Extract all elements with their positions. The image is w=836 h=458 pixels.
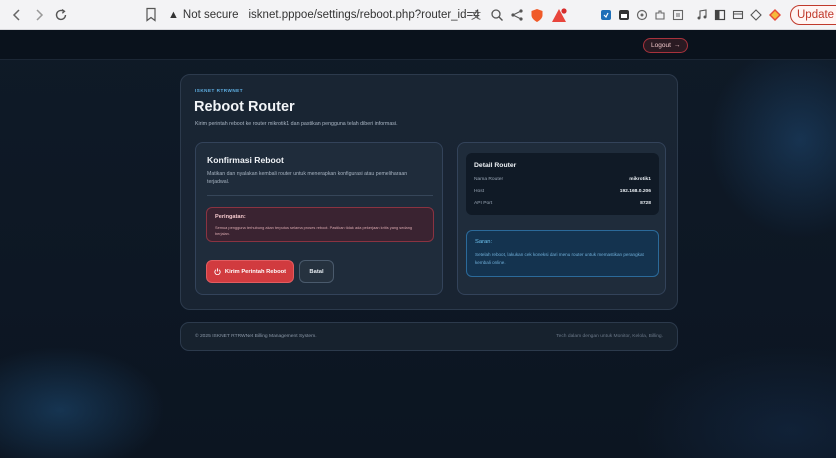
footer-tagline: Tech dalam dengan untuk Monitor, Kelola,…: [556, 334, 663, 339]
rewards-icon[interactable]: [551, 7, 567, 23]
update-label: Update: [797, 9, 835, 21]
extensions-icon[interactable]: [750, 7, 762, 23]
power-icon: [214, 268, 221, 275]
arrow-right-icon: →: [673, 42, 681, 49]
sidebar-icon[interactable]: [714, 7, 726, 23]
security-label: Not secure: [182, 9, 239, 21]
tip-box: Saran: Setelah reboot, lakukan cek konek…: [466, 230, 659, 277]
cancel-button[interactable]: Batal: [299, 260, 334, 283]
reader-icon[interactable]: [672, 7, 684, 23]
confirm-card: Konfirmasi Reboot Matikan dan nyalakan k…: [195, 142, 443, 295]
reboot-panel: ISKNET RTRWNET Reboot Router Kirim perin…: [180, 74, 678, 310]
detail-label: Nama Router: [474, 177, 504, 182]
reload-icon[interactable]: [52, 6, 70, 24]
tabs-icon[interactable]: [732, 7, 744, 23]
detail-value: 192.168.0.206: [619, 189, 651, 194]
warning-title: Peringatan:: [215, 214, 246, 220]
router-detail-card: Detail Router Nama Router mikrotik1 Host…: [457, 142, 666, 295]
detail-label: Host: [474, 189, 485, 194]
extension-blue-icon[interactable]: [600, 7, 612, 23]
reboot-button[interactable]: Kirim Perintah Reboot: [206, 260, 294, 283]
detail-value: 8728: [640, 201, 651, 206]
forward-icon[interactable]: [30, 6, 48, 24]
page-description: Kirim perintah reboot ke router mikrotik…: [195, 121, 398, 127]
detail-row: API Port 8728: [474, 201, 651, 206]
warning-text: Semua pengguna terhubung akan terputus s…: [215, 225, 413, 236]
logout-button[interactable]: Logout →: [643, 38, 689, 53]
detail-row: Nama Router mikrotik1: [474, 177, 651, 182]
confirm-title: Konfirmasi Reboot: [207, 155, 284, 165]
warning-box: Peringatan: Semua pengguna terhubung aka…: [206, 207, 434, 242]
warning-icon: ▲: [168, 9, 179, 21]
browser-toolbar: ▲ Not secure isknet.pppoe/settings/reboo…: [0, 0, 836, 30]
footer: © 2025 ISKNET RTRWNet Billing Management…: [180, 322, 678, 351]
shield-icon[interactable]: [530, 7, 544, 23]
detail-label: API Port: [474, 201, 493, 206]
detail-row: Host 192.168.0.206: [474, 189, 651, 194]
router-detail-box: Detail Router Nama Router mikrotik1 Host…: [466, 153, 659, 215]
extension-circle-icon[interactable]: [636, 7, 648, 23]
logout-label: Logout: [651, 42, 671, 49]
translate-icon[interactable]: 文: [470, 7, 484, 23]
detail-value: mikrotik1: [629, 177, 651, 182]
page-title: Reboot Router: [194, 99, 295, 115]
tip-title: Saran:: [475, 239, 493, 245]
address-bar[interactable]: ▲ Not secure isknet.pppoe/settings/reboo…: [168, 5, 480, 25]
share-icon[interactable]: [510, 7, 524, 23]
back-icon[interactable]: [8, 6, 26, 24]
cancel-button-label: Batal: [309, 268, 324, 275]
brand-eyebrow: ISKNET RTRWNET: [195, 88, 244, 93]
confirm-description: Matikan dan nyalakan kembali router untu…: [207, 171, 408, 185]
puzzle-icon[interactable]: [654, 7, 666, 23]
music-icon[interactable]: [696, 7, 708, 23]
page-viewport: Logout → ISKNET RTRWNET Reboot Router Ki…: [0, 30, 836, 458]
reboot-button-label: Kirim Perintah Reboot: [224, 268, 287, 275]
zoom-icon[interactable]: [490, 7, 504, 23]
app-topbar: Logout →: [0, 30, 836, 60]
extension-dark-icon[interactable]: [618, 7, 630, 23]
profile-icon[interactable]: [768, 7, 782, 23]
url-text: isknet.pppoe/settings/reboot.php?router_…: [248, 9, 480, 21]
svg-text:文: 文: [471, 9, 481, 22]
bookmark-icon[interactable]: [145, 7, 159, 23]
divider: [207, 195, 433, 196]
tip-text: Setelah reboot, lakukan cek koneksi dari…: [475, 252, 644, 265]
update-button[interactable]: Update ☰: [790, 5, 836, 25]
detail-title: Detail Router: [474, 162, 517, 169]
footer-copyright: © 2025 ISKNET RTRWNet Billing Management…: [195, 334, 317, 339]
